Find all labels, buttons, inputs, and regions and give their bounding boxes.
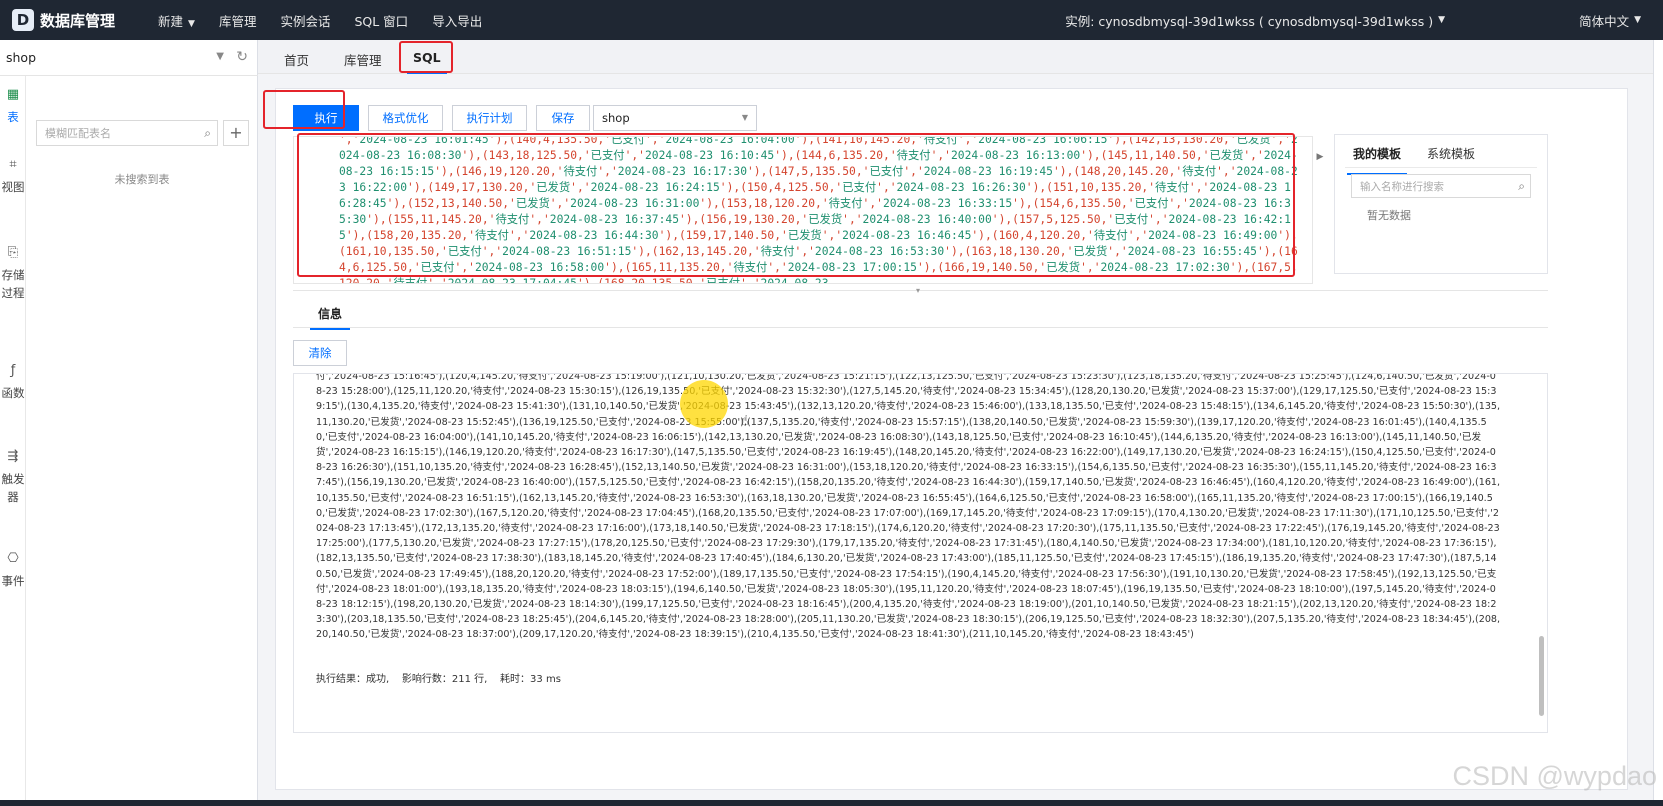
- database-dropdown[interactable]: shop ▼: [593, 105, 757, 131]
- highlight-box-sql-tab: [399, 41, 453, 73]
- page-tabs: 首页 库管理 SQL: [258, 40, 1653, 74]
- procedure-icon: ⎘: [7, 245, 19, 260]
- template-empty-text: 暂无数据: [1367, 209, 1411, 222]
- highlight-box-editor: [297, 133, 1295, 277]
- save-button[interactable]: 保存: [536, 105, 590, 131]
- template-tabs: 我的模板 系统模板: [1346, 145, 1501, 175]
- event-icon: ⎔: [7, 551, 19, 566]
- result-log-text: 付','2024-08-23 15:16:45'),(120,4,145.20,…: [316, 373, 1503, 641]
- add-table-button[interactable]: +: [223, 120, 249, 146]
- database-selector[interactable]: shop ▼ ↻: [0, 40, 258, 76]
- object-type-tabs: ▦ 表 ⌗ 视图 ⎘ 存储过程 ƒ 函数 ⇶ 触发器 ⎔ 事件: [0, 76, 26, 800]
- explain-plan-button[interactable]: 执行计划: [452, 105, 527, 131]
- table-search-input[interactable]: 模糊匹配表名 ⌕: [36, 120, 218, 146]
- nav-import-export[interactable]: 导入导出: [432, 11, 482, 30]
- execution-summary: 执行结果：成功, 影响行数：211 行, 耗时：33 ms: [316, 674, 561, 685]
- chevron-down-icon: ▼: [1438, 15, 1445, 25]
- app-title: 数据库管理: [40, 11, 116, 30]
- vtab-events[interactable]: ⎔ 事件: [0, 550, 26, 590]
- vtab-views[interactable]: ⌗ 视图: [0, 156, 26, 196]
- clear-button[interactable]: 清除: [293, 340, 347, 366]
- table-icon: ▦: [6, 87, 20, 102]
- search-icon[interactable]: ⌕: [1518, 179, 1525, 194]
- nav-new[interactable]: 新建 ▼: [158, 11, 195, 30]
- cursor-highlight: [680, 380, 728, 428]
- chevron-down-icon: ▼: [741, 113, 748, 122]
- nav-sql-window[interactable]: SQL 窗口: [354, 11, 408, 30]
- tab-system-templates[interactable]: 系统模板: [1427, 145, 1475, 167]
- vtab-tables[interactable]: ▦ 表: [0, 86, 26, 126]
- language-selector[interactable]: 简体中文 ▼: [1579, 0, 1641, 40]
- caret-down-icon: ▼: [216, 51, 224, 62]
- format-button[interactable]: 格式优化: [368, 105, 443, 131]
- collapse-panel-icon[interactable]: ▶: [1314, 147, 1326, 167]
- template-panel: 我的模板 系统模板 输入名称进行搜索 ⌕ 暂无数据: [1334, 134, 1548, 274]
- tab-info[interactable]: 信息: [309, 305, 351, 330]
- vtab-procedures[interactable]: ⎘ 存储过程: [0, 244, 26, 302]
- trigger-icon: ⇶: [7, 449, 19, 464]
- watermark: CSDN @wypdao: [1452, 761, 1657, 791]
- bottom-bar: [0, 800, 1663, 806]
- search-icon[interactable]: ⌕: [204, 126, 211, 141]
- top-bar: D 数据库管理 新建 ▼ 库管理 实例会话 SQL 窗口 导入导出 实例: cyn…: [0, 0, 1663, 40]
- instance-selector[interactable]: 实例: cynosdbmysql-39d1wkss ( cynosdbmysql…: [1065, 0, 1445, 40]
- vtab-triggers[interactable]: ⇶ 触发器: [0, 448, 26, 506]
- resize-splitter[interactable]: [293, 290, 1548, 291]
- tab-home[interactable]: 首页: [284, 50, 309, 69]
- mouse-pointer-icon: ☝: [740, 413, 749, 429]
- nav-instance-session[interactable]: 实例会话: [280, 11, 330, 30]
- chevron-down-icon: ▼: [1634, 15, 1641, 25]
- view-icon: ⌗: [9, 157, 17, 172]
- highlight-box-execute: [263, 90, 345, 129]
- sidebar: shop ▼ ↻ ▦ 表 ⌗ 视图 ⎘ 存储过程 ƒ 函数 ⇶ 触发器 ⎔ 事件 模糊匹配表…: [0, 40, 258, 800]
- page-scrollbar[interactable]: [1653, 40, 1663, 800]
- tab-db-manage[interactable]: 库管理: [344, 50, 382, 69]
- main-area: 首页 库管理 SQL 执行 格式优化 执行计划 保存 shop ▼ ','202…: [258, 40, 1653, 800]
- divider: [1345, 167, 1537, 168]
- chevron-down-icon: ▼: [188, 18, 195, 29]
- nav-db-manage[interactable]: 库管理: [219, 11, 257, 30]
- result-log: 付','2024-08-23 15:16:45'),(120,4,145.20,…: [293, 373, 1548, 733]
- divider: [293, 327, 1548, 328]
- refresh-icon[interactable]: ↻: [236, 49, 248, 65]
- template-search-input[interactable]: 输入名称进行搜索 ⌕: [1351, 174, 1531, 198]
- scrollbar-thumb[interactable]: [1539, 636, 1544, 716]
- app-logo[interactable]: D 数据库管理: [12, 8, 115, 32]
- tab-my-templates[interactable]: 我的模板: [1346, 145, 1408, 175]
- database-logo-icon: D: [12, 9, 34, 31]
- drag-handle-icon[interactable]: ▾: [916, 286, 920, 295]
- empty-tables-text: 未搜索到表: [114, 173, 170, 186]
- top-nav: 新建 ▼ 库管理 实例会话 SQL 窗口 导入导出: [158, 0, 506, 40]
- function-icon: ƒ: [10, 363, 16, 378]
- vtab-functions[interactable]: ƒ 函数: [0, 362, 26, 402]
